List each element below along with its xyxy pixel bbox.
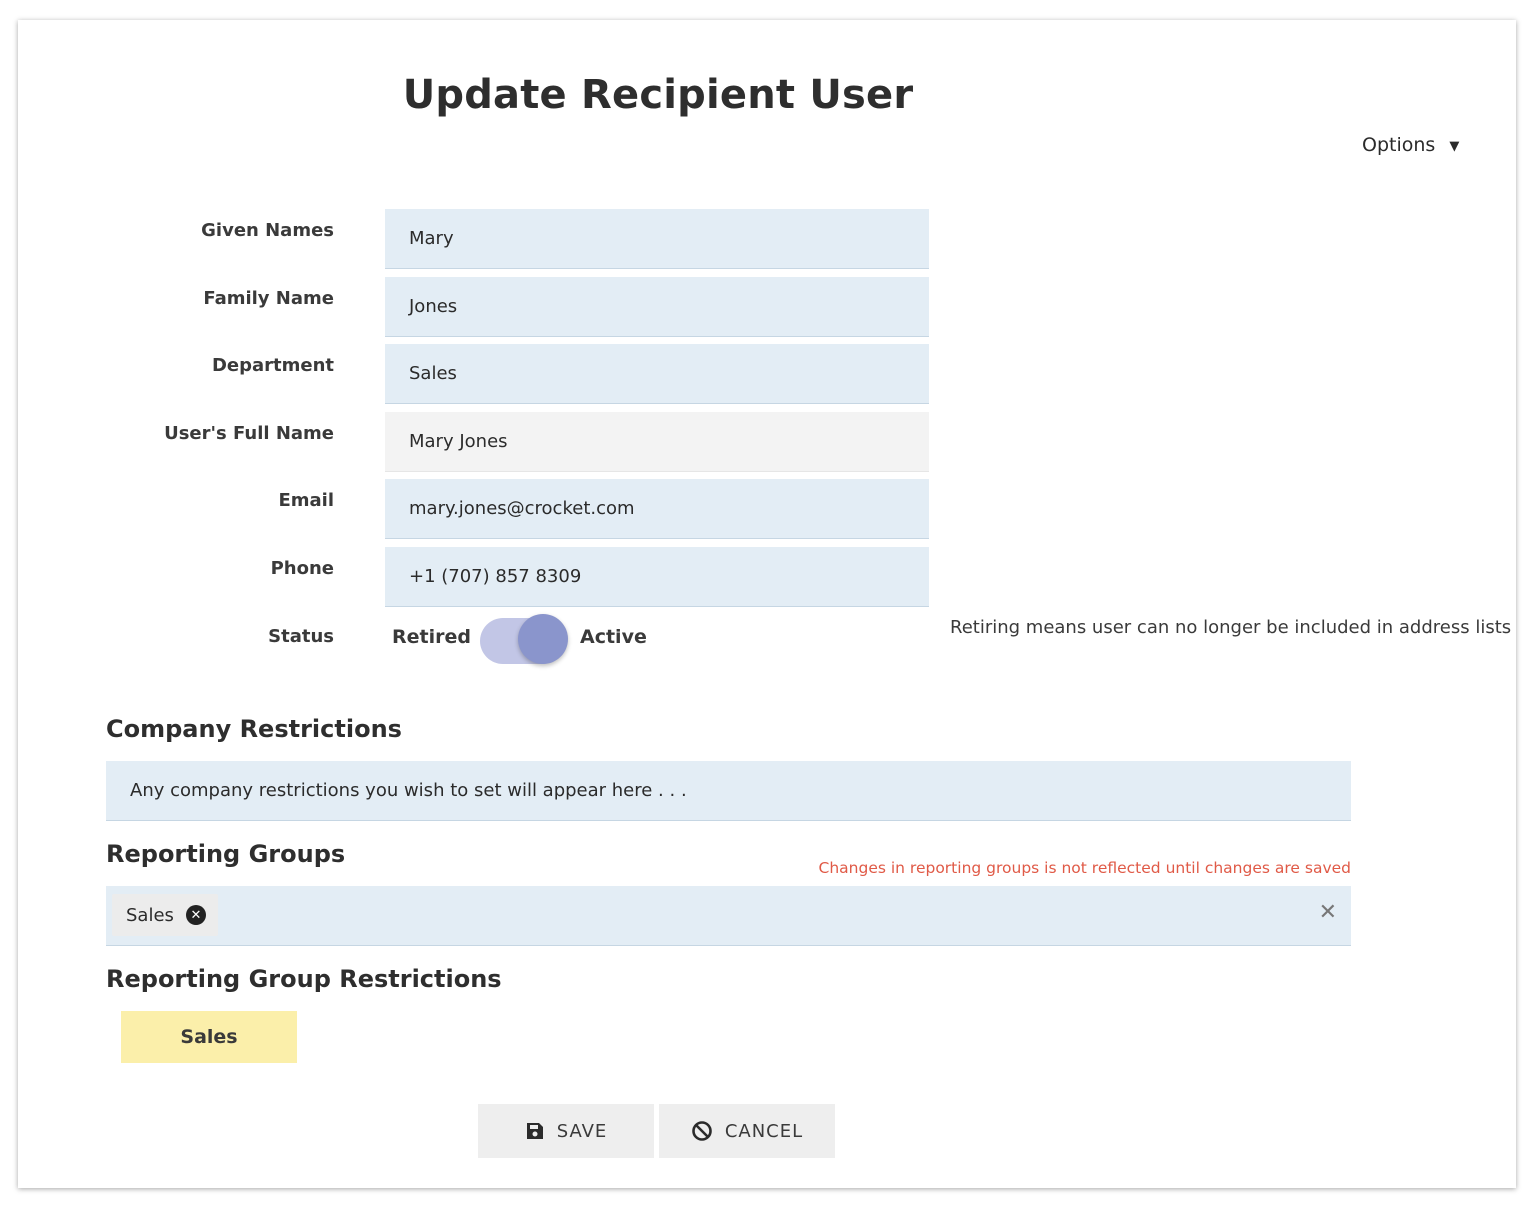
- company-restrictions-box[interactable]: Any company restrictions you wish to set…: [106, 761, 1351, 821]
- floppy-disk-icon: [526, 1123, 543, 1139]
- status-toggle-knob[interactable]: [518, 614, 568, 664]
- status-active-label: Active: [580, 626, 647, 648]
- email-label: Email: [278, 490, 334, 511]
- full-name-field: Mary Jones: [385, 412, 929, 472]
- reporting-groups-select[interactable]: Sales ✕ ✕: [106, 886, 1351, 946]
- reporting-groups-title: Reporting Groups: [106, 840, 346, 868]
- status-hint: Retiring means user can no longer be inc…: [950, 617, 1512, 638]
- given-names-input[interactable]: Mary: [385, 209, 929, 269]
- phone-input[interactable]: +1 (707) 857 8309: [385, 547, 929, 607]
- caret-down-icon: ▼: [1449, 138, 1460, 154]
- cancel-button[interactable]: CANCEL: [659, 1104, 835, 1158]
- chip-label: Sales: [126, 904, 174, 926]
- company-restrictions-title: Company Restrictions: [106, 715, 402, 743]
- company-restrictions-placeholder: Any company restrictions you wish to set…: [130, 779, 687, 801]
- phone-label: Phone: [270, 558, 334, 579]
- department-input[interactable]: Sales: [385, 344, 929, 404]
- reporting-groups-warning: Changes in reporting groups is not refle…: [818, 859, 1351, 877]
- ban-icon: [692, 1121, 712, 1141]
- clear-selection-icon[interactable]: ✕: [1319, 902, 1337, 924]
- reporting-group-restrictions-title: Reporting Group Restrictions: [106, 965, 502, 993]
- options-menu[interactable]: Options ▼: [1362, 134, 1459, 156]
- remove-chip-icon[interactable]: ✕: [185, 905, 206, 925]
- family-name-label: Family Name: [203, 288, 334, 309]
- cancel-label: CANCEL: [724, 1120, 804, 1142]
- save-button[interactable]: SAVE: [478, 1104, 654, 1158]
- page-title: Update Recipient User: [402, 72, 914, 118]
- status-retired-label: Retired: [392, 626, 471, 648]
- reporting-group-chip: Sales ✕: [112, 894, 218, 936]
- department-label: Department: [211, 355, 334, 376]
- family-name-input[interactable]: Jones: [385, 277, 929, 337]
- given-names-label: Given Names: [201, 220, 334, 241]
- reporting-group-restriction-tag[interactable]: Sales: [121, 1011, 297, 1063]
- full-name-label: User's Full Name: [164, 423, 334, 444]
- status-label: Status: [268, 626, 334, 647]
- save-label: SAVE: [556, 1120, 608, 1142]
- update-recipient-card: Update Recipient User Options ▼ Given Na…: [18, 20, 1516, 1188]
- options-label: Options: [1362, 134, 1436, 156]
- email-input[interactable]: mary.jones@crocket.com: [385, 479, 929, 539]
